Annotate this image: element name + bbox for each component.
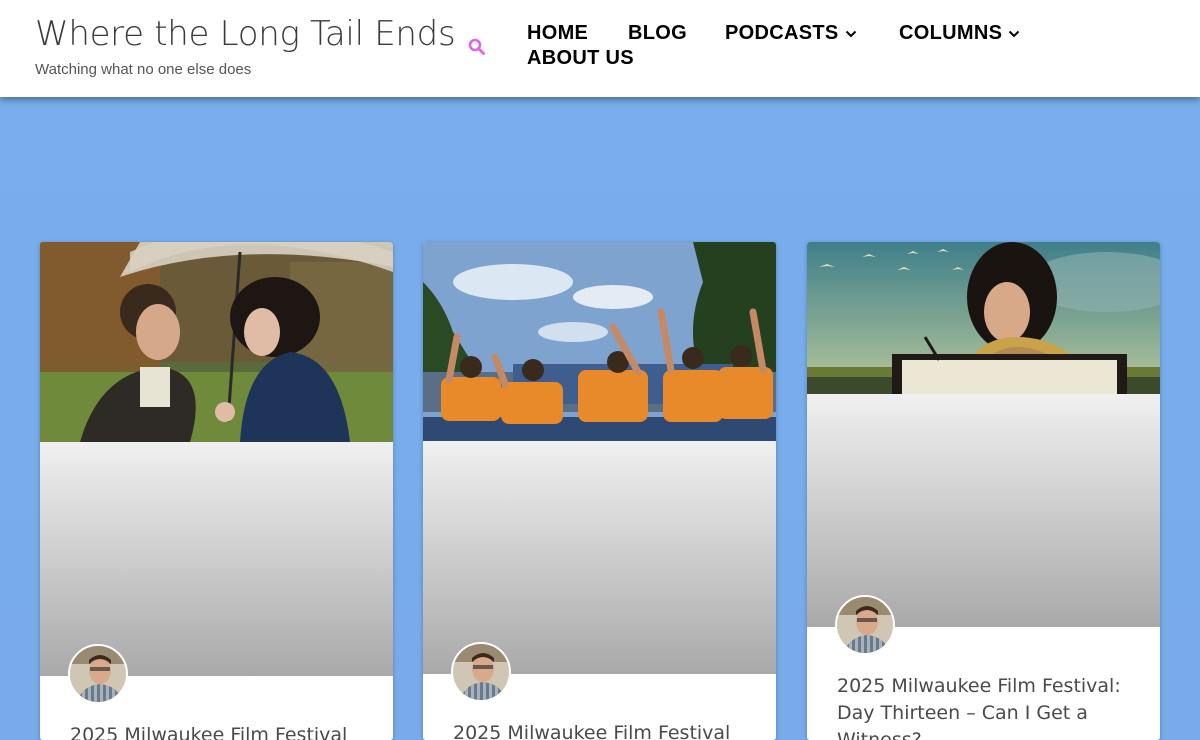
post-card[interactable]: 2025 Milwaukee Film Festival	[423, 242, 776, 740]
post-card[interactable]: 2025 Milwaukee Film Festival	[40, 242, 393, 740]
post-title[interactable]: 2025 Milwaukee Film Festival: Day Thirte…	[837, 673, 1137, 740]
nav-label: ABOUT US	[527, 47, 634, 69]
site-tagline: Watching what no one else does	[35, 61, 252, 78]
post-card[interactable]: 2025 Milwaukee Film Festival: Day Thirte…	[807, 242, 1160, 740]
chevron-down-icon	[845, 30, 856, 37]
nav-item-columns[interactable]: COLUMNS	[899, 22, 1020, 45]
author-avatar[interactable]	[835, 595, 895, 655]
nav-item-home[interactable]: HOME	[527, 22, 588, 45]
author-avatar[interactable]	[68, 644, 128, 704]
search-icon[interactable]	[467, 37, 487, 57]
nav-label: BLOG	[628, 22, 687, 44]
nav-label: HOME	[527, 22, 589, 44]
post-thumbnail[interactable]	[423, 242, 776, 441]
site-header: Where the Long Tail Ends Watching what n…	[0, 0, 1200, 97]
author-avatar[interactable]	[451, 642, 511, 702]
nav-item-blog[interactable]: BLOG	[628, 22, 687, 45]
post-thumbnail[interactable]	[807, 242, 1160, 394]
post-title[interactable]: 2025 Milwaukee Film Festival	[70, 722, 370, 740]
thumbnail-gradient	[40, 442, 393, 676]
post-title[interactable]: 2025 Milwaukee Film Festival	[453, 720, 753, 740]
thumbnail-gradient	[423, 441, 776, 674]
nav-item-podcasts[interactable]: PODCASTS	[725, 22, 857, 45]
chevron-down-icon	[1009, 30, 1020, 37]
nav-label: PODCASTS	[725, 22, 839, 44]
site-title[interactable]: Where the Long Tail Ends	[35, 14, 456, 54]
nav-item-about-us[interactable]: ABOUT US	[527, 47, 634, 70]
post-thumbnail[interactable]	[40, 242, 393, 442]
nav-label: COLUMNS	[899, 22, 1003, 44]
thumbnail-gradient	[807, 394, 1160, 627]
